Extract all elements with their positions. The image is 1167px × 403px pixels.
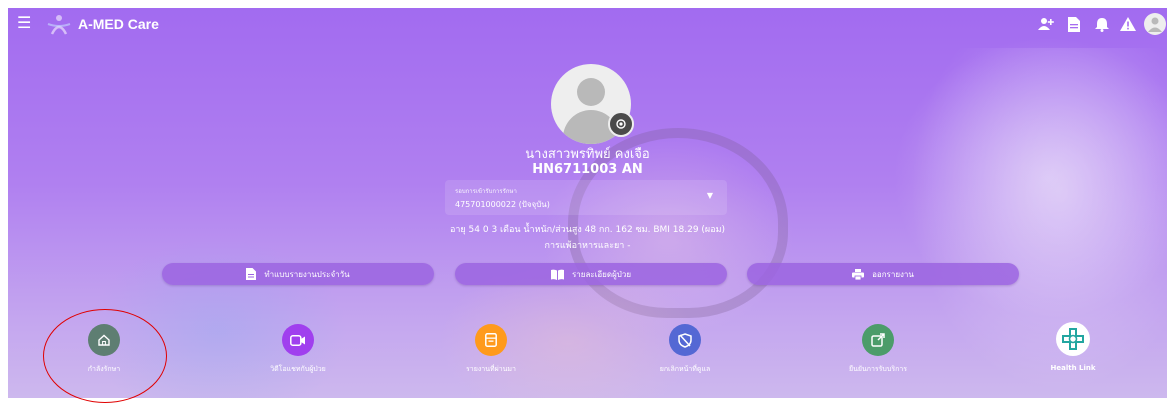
document-icon[interactable]	[1065, 15, 1083, 33]
patient-hn: HN6711003 AN	[532, 162, 643, 177]
app-logo-icon	[47, 15, 71, 35]
document-icon	[246, 268, 257, 280]
admission-select-label: รอบการเข้ารับการรักษา	[455, 188, 517, 195]
nav-label: Health Link	[1050, 364, 1096, 372]
user-avatar-icon[interactable]	[1144, 13, 1166, 35]
printer-icon	[852, 268, 865, 280]
patient-details-label: รายละเอียดผู้ป่วย	[571, 269, 632, 279]
app-screen: ☰ A-MED Care นางสาวพรทิพย์ คงเจือ HN6711…	[8, 8, 1167, 398]
export-report-button[interactable]: ออกรายงาน	[747, 263, 1019, 285]
patient-info: อายุ 54 0 3 เดือน น้ำหนัก/ส่วนสูง 48 กก.…	[449, 225, 726, 235]
health-link-icon	[1056, 322, 1090, 356]
nav-video-chat[interactable]: วิดีโอแชทกับผู้ป่วย	[233, 324, 363, 394]
nav-label: วิดีโอแชทกับผู้ป่วย	[270, 365, 326, 373]
nav-confirm-service[interactable]: ยืนยันการรับบริการ	[813, 324, 943, 394]
allergy-info: การแพ้อาหารและยา -	[544, 241, 631, 251]
patient-name: นางสาวพรทิพย์ คงเจือ	[525, 147, 650, 162]
change-photo-icon[interactable]	[608, 111, 634, 137]
daily-report-label: ทำแบบรายงานประจำวัน	[264, 269, 350, 279]
patient-details-button[interactable]: รายละเอียดผู้ป่วย	[455, 263, 727, 285]
admission-select[interactable]: รอบการเข้ารับการรักษา 475701000022 (ปัจจ…	[445, 180, 727, 215]
nav-label: รายงานที่ผ่านมา	[466, 365, 516, 373]
book-icon	[550, 269, 564, 280]
video-icon	[282, 324, 314, 356]
app-title: A-MED Care	[78, 16, 159, 32]
nav-past-reports[interactable]: รายงานที่ผ่านมา	[426, 324, 556, 394]
daily-report-button[interactable]: ทำแบบรายงานประจำวัน	[162, 263, 434, 285]
nav-cancel-care[interactable]: ยกเลิกหน้าที่ดูแล	[620, 324, 750, 394]
export-report-label: ออกรายงาน	[872, 269, 914, 279]
highlight-circle	[43, 309, 167, 403]
external-link-icon	[862, 324, 894, 356]
admission-select-value: 475701000022 (ปัจจุบัน)	[455, 200, 550, 209]
chevron-down-icon: ▼	[706, 191, 713, 200]
archive-icon	[475, 324, 507, 356]
top-bar: ☰ A-MED Care	[8, 8, 1167, 40]
bell-icon[interactable]	[1093, 15, 1111, 33]
warning-icon[interactable]	[1119, 15, 1137, 33]
shield-off-icon	[669, 324, 701, 356]
nav-label: ยืนยันการรับบริการ	[848, 365, 908, 373]
nav-health-link[interactable]: Health Link	[1008, 322, 1138, 394]
menu-button[interactable]: ☰	[17, 14, 31, 32]
add-user-icon[interactable]	[1037, 15, 1055, 33]
nav-label: ยกเลิกหน้าที่ดูแล	[659, 365, 711, 373]
